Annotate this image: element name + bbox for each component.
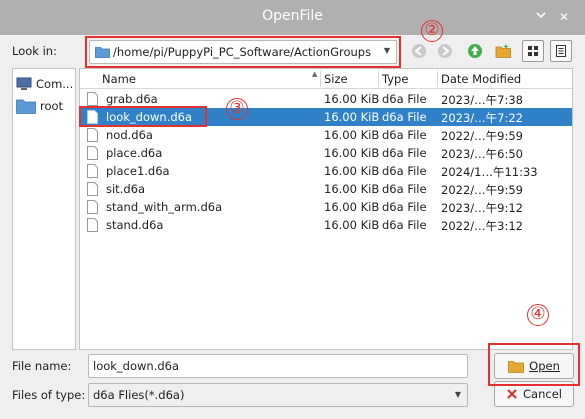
file-name: sit.d6a (106, 182, 146, 196)
file-name-label: File name: (12, 359, 72, 373)
file-type: d6a File (382, 218, 427, 232)
window-icon[interactable] (532, 8, 550, 26)
close-button[interactable]: ✕ (555, 8, 573, 26)
sort-indicator-icon: ▲ (312, 70, 318, 78)
file-row[interactable]: stand.d6a 16.00 KiB d6a File 2022/…午3:12 (80, 216, 572, 234)
file-icon (87, 200, 98, 217)
annotation-box-file (79, 106, 207, 127)
sidebar-item-root[interactable]: root (16, 96, 63, 116)
file-size: 16.00 KiB (324, 218, 380, 232)
file-icon (87, 128, 98, 145)
file-size: 16.00 KiB (324, 146, 380, 160)
parent-folder-icon (468, 44, 482, 58)
file-row[interactable]: place.d6a 16.00 KiB d6a File 2023/…午6:50 (80, 144, 572, 162)
column-header-type[interactable]: Type (382, 72, 408, 86)
parent-directory-button[interactable] (464, 40, 486, 62)
file-icon (87, 164, 98, 181)
detail-view-button[interactable] (550, 40, 572, 62)
annotation-step-3: ③ (226, 98, 248, 120)
annotation-step-2: ② (421, 20, 443, 42)
forward-button[interactable] (434, 40, 456, 62)
file-name: place.d6a (106, 146, 163, 160)
file-type-label: Files of type: (12, 388, 86, 402)
sidebar-item-computer[interactable]: Com... (16, 74, 73, 94)
file-size: 16.00 KiB (324, 92, 380, 106)
forward-arrow-icon (438, 44, 452, 58)
file-name: nod.d6a (106, 128, 153, 142)
file-row[interactable]: stand_with_arm.d6a 16.00 KiB d6a File 20… (80, 198, 572, 216)
back-arrow-icon (412, 44, 426, 58)
annotation-box-path (85, 36, 401, 68)
file-type: d6a File (382, 182, 427, 196)
list-view-icon (528, 46, 538, 56)
file-type: d6a File (382, 200, 427, 214)
file-icon (87, 182, 98, 199)
file-date: 2022/…午9:59 (441, 183, 523, 197)
column-header-size[interactable]: Size (324, 72, 348, 86)
title-bar: OpenFile ✕ (0, 0, 585, 35)
file-type: d6a File (382, 128, 427, 142)
file-name: grab.d6a (106, 92, 158, 106)
file-name: stand_with_arm.d6a (106, 200, 223, 214)
file-name-input[interactable]: look_down.d6a (88, 354, 468, 378)
file-date: 2024/1…午11:33 (441, 165, 538, 179)
file-name: stand.d6a (106, 218, 164, 232)
cancel-icon (507, 389, 517, 399)
file-size: 16.00 KiB (324, 164, 380, 178)
back-button[interactable] (408, 40, 430, 62)
window-menu-icon (536, 12, 546, 19)
column-divider[interactable] (320, 71, 321, 87)
column-divider[interactable] (437, 71, 438, 87)
file-type-select[interactable]: d6a Flies(*.d6a) ▼ (88, 383, 468, 407)
detail-view-icon (556, 45, 566, 57)
sidebar-item-label: Com... (36, 77, 74, 91)
file-type-value: d6a Flies(*.d6a) (93, 388, 185, 402)
file-type: d6a File (382, 110, 427, 124)
places-sidebar: Com... root (12, 68, 76, 350)
look-in-label: Look in: (12, 44, 57, 58)
column-header-date-modified[interactable]: Date Modified (441, 72, 521, 86)
file-size: 16.00 KiB (324, 200, 380, 214)
new-folder-button[interactable] (493, 40, 515, 62)
file-type: d6a File (382, 92, 427, 106)
file-type: d6a File (382, 164, 427, 178)
file-type: d6a File (382, 146, 427, 160)
file-row[interactable]: sit.d6a 16.00 KiB d6a File 2022/…午9:59 (80, 180, 572, 198)
file-date: 2022/…午3:12 (441, 219, 523, 233)
file-list-header: Name ▲ Size Type Date Modified (80, 69, 572, 89)
column-header-name[interactable]: Name (102, 72, 136, 86)
folder-icon (16, 99, 36, 114)
file-size: 16.00 KiB (324, 128, 380, 142)
file-date: 2023/…午7:38 (441, 93, 523, 107)
new-folder-icon (495, 44, 511, 58)
file-date: 2023/…午7:22 (441, 111, 523, 125)
annotation-step-4: ④ (527, 304, 549, 326)
file-size: 16.00 KiB (324, 182, 380, 196)
chevron-down-icon: ▼ (454, 390, 461, 399)
window-title: OpenFile (262, 8, 323, 24)
sidebar-item-label: root (40, 99, 64, 113)
list-view-button[interactable] (522, 40, 544, 62)
file-date: 2023/…午9:12 (441, 201, 523, 215)
open-file-dialog: Look in: /home/pi/PuppyPi_PC_Software/Ac… (0, 20, 585, 419)
file-row[interactable]: place1.d6a 16.00 KiB d6a File 2024/1…午11… (80, 162, 572, 180)
computer-icon (16, 77, 32, 90)
file-date: 2022/…午9:59 (441, 129, 523, 143)
annotation-box-open (488, 343, 580, 386)
file-size: 16.00 KiB (324, 110, 380, 124)
cancel-button-label: Cancel (523, 387, 562, 401)
column-divider[interactable] (378, 71, 379, 87)
file-name: place1.d6a (106, 164, 170, 178)
file-icon (87, 146, 98, 163)
file-icon (87, 218, 98, 235)
file-row[interactable]: nod.d6a 16.00 KiB d6a File 2022/…午9:59 (80, 126, 572, 144)
file-date: 2023/…午6:50 (441, 147, 523, 161)
